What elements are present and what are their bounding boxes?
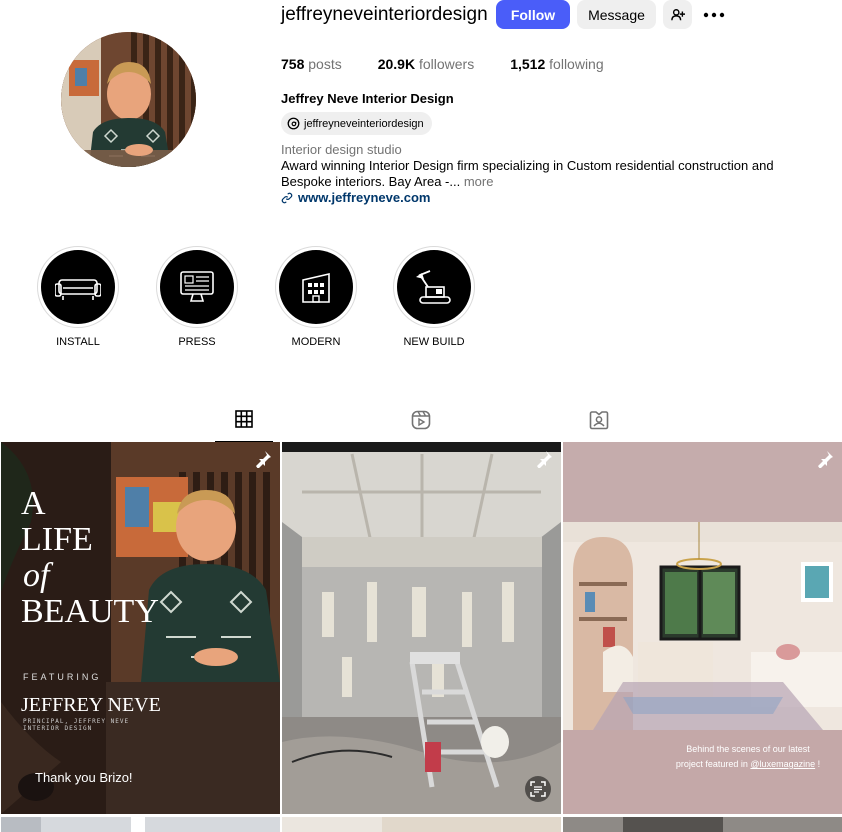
threads-handle: jeffreyneveinteriordesign [304, 117, 424, 130]
following-label: following [549, 56, 604, 72]
post-image [282, 442, 561, 814]
profile-category: Interior design studio [281, 142, 402, 157]
post-tile[interactable] [282, 817, 561, 832]
profile-username: jeffreyneveinteriordesign [281, 4, 488, 25]
bio-more-link[interactable]: more [464, 174, 494, 189]
post-subtitle: PRINCIPAL, JEFFREY NEVE INTERIOR DESIGN [23, 718, 129, 732]
link-icon [281, 192, 293, 203]
profile-header: jeffreyneveinteriordesign Follow Message… [0, 0, 842, 230]
post-image [623, 817, 723, 832]
suggested-users-button[interactable] [663, 0, 692, 29]
excavator-icon [416, 270, 451, 304]
profile-website[interactable]: www.jeffreyneve.com [281, 190, 430, 205]
highlight-ring [275, 246, 357, 328]
posts-label: posts [308, 56, 342, 72]
highlight-install[interactable]: INSTALL [33, 246, 123, 348]
highlight-modern[interactable]: MODERN [271, 246, 361, 348]
highlight-cover [160, 250, 234, 324]
following-count: 1,512 [510, 56, 546, 72]
grid-icon [235, 410, 253, 428]
post-tile[interactable] [1, 817, 280, 832]
highlight-cover [397, 250, 471, 324]
post-image [131, 817, 145, 832]
post-headline: A LIFE of BEAUTY [21, 486, 159, 630]
highlight-ring [156, 246, 238, 328]
sofa-icon [55, 279, 101, 300]
post-tile[interactable]: A LIFE of BEAUTY FEATURING JEFFREY NEVE … [1, 442, 280, 814]
tab-reels[interactable] [392, 410, 450, 442]
followers-count: 20.9K [377, 56, 416, 72]
highlight-cover [279, 250, 353, 324]
profile-avatar[interactable] [61, 32, 196, 167]
profile-full-name: Jeffrey Neve Interior Design [281, 91, 454, 106]
subtitle-line: PRINCIPAL, JEFFREY NEVE [23, 718, 130, 725]
building-icon [302, 272, 330, 303]
post-tile[interactable] [563, 817, 842, 832]
post-caption: Behind the scenes of our latest project … [663, 742, 833, 772]
highlight-label: PRESS [178, 336, 216, 348]
post-image [382, 817, 561, 832]
website-text: www.jeffreyneve.com [298, 190, 431, 205]
add-user-icon [670, 8, 685, 20]
monitor-news-icon [180, 271, 214, 302]
story-highlights: INSTALL PRESS MODERN NEW BUILD [0, 246, 842, 356]
highlight-label: INSTALL [56, 336, 100, 348]
headline-line: BEAUTY [21, 593, 159, 630]
post-image [1, 817, 41, 832]
caption-prefix: project featured in [675, 759, 751, 769]
tab-posts[interactable] [215, 410, 273, 442]
more-options-button[interactable] [700, 0, 728, 29]
headline-line: of [23, 557, 50, 594]
pinned-post-icon [254, 450, 272, 473]
profile-bio: Award winning Interior Design firm speci… [281, 158, 826, 190]
threads-icon [287, 117, 300, 130]
post-name: JEFFREY NEVE [21, 694, 161, 716]
highlight-cover [41, 250, 115, 324]
post-tile[interactable] [282, 442, 561, 814]
posts-stat: 758 posts [281, 56, 342, 72]
pinned-post-icon [816, 450, 834, 473]
highlight-ring [393, 246, 475, 328]
highlight-press[interactable]: PRESS [152, 246, 242, 348]
pinned-post-icon [535, 450, 553, 473]
caption-line: Behind the scenes of our latest [686, 744, 810, 754]
followers-stat[interactable]: 20.9K followers [378, 56, 475, 72]
caption-mention: @luxemagazine [750, 759, 816, 769]
headline-line: LIFE [21, 521, 93, 558]
message-button[interactable]: Message [577, 0, 656, 29]
caption-line: project featured in @luxemagazine ! [663, 757, 833, 772]
threads-badge[interactable]: jeffreyneveinteriordesign [281, 112, 432, 135]
post-grid: A LIFE of BEAUTY FEATURING JEFFREY NEVE … [0, 442, 842, 832]
follow-button[interactable]: Follow [496, 0, 570, 29]
post-tile[interactable]: Behind the scenes of our latest project … [563, 442, 842, 814]
headline-line: A [21, 485, 46, 522]
highlight-label: MODERN [291, 336, 341, 348]
followers-label: followers [418, 56, 475, 72]
more-dots-icon [703, 12, 725, 17]
scan-text-icon [530, 781, 546, 797]
reels-icon [411, 410, 431, 430]
highlight-ring [37, 246, 119, 328]
tagged-icon [589, 411, 609, 430]
bio-text: Award winning Interior Design firm speci… [281, 158, 774, 189]
posts-count: 758 [281, 56, 305, 72]
tab-tagged[interactable] [570, 410, 628, 442]
following-stat[interactable]: 1,512 following [510, 56, 603, 72]
profile-tabs [0, 404, 842, 442]
post-thanks: Thank you Brizo! [35, 770, 133, 785]
profile-stats: 758 posts 20.9K followers 1,512 followin… [281, 56, 640, 72]
caption-suffix: ! [815, 759, 821, 769]
subtitle-line: INTERIOR DESIGN [23, 725, 93, 732]
highlight-label: NEW BUILD [403, 336, 465, 348]
highlight-new-build[interactable]: NEW BUILD [389, 246, 479, 348]
alt-text-indicator[interactable] [525, 776, 551, 802]
post-featuring: FEATURING [23, 672, 102, 682]
